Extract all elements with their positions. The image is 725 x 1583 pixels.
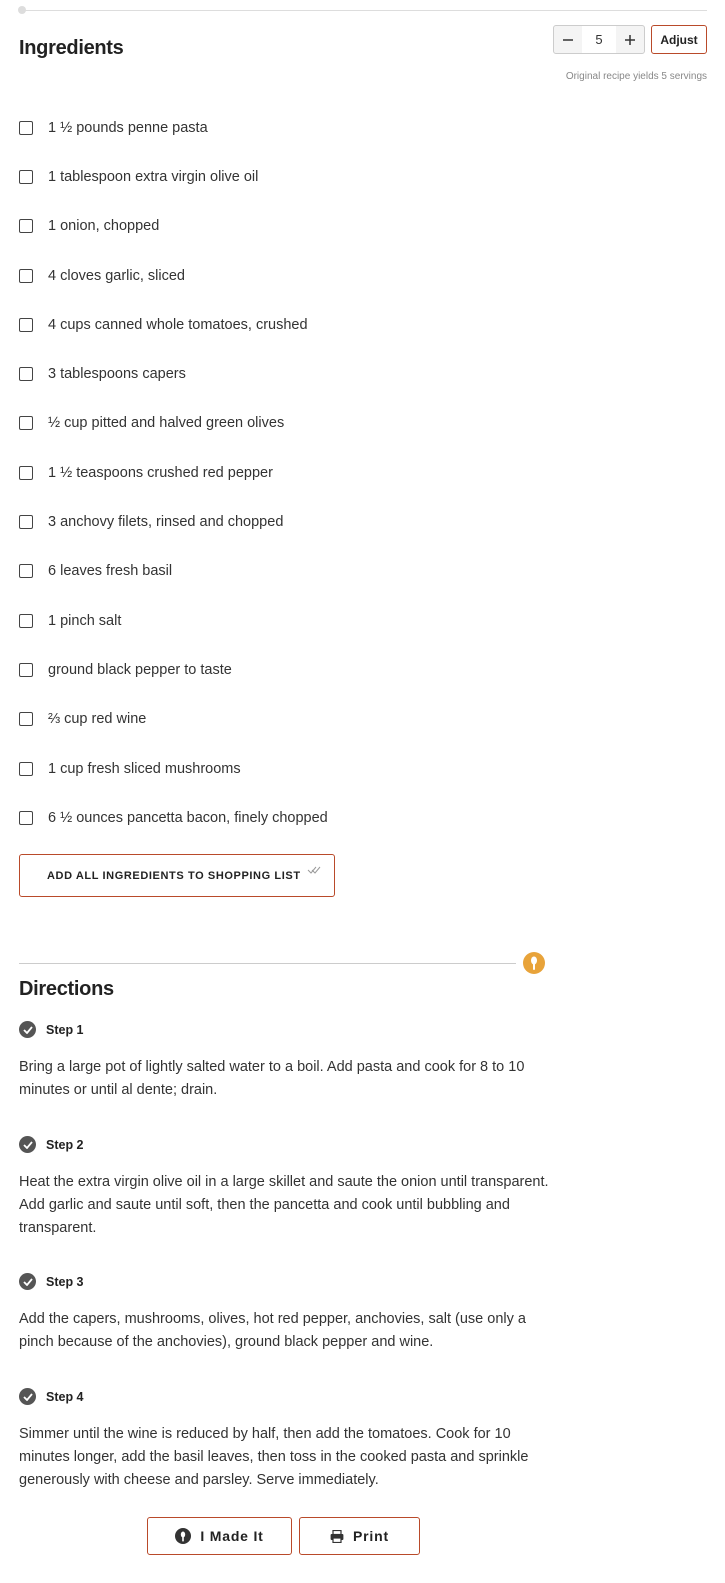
top-divider [22, 10, 707, 11]
top-divider-dot [18, 6, 26, 14]
ingredient-text: 3 anchovy filets, rinsed and chopped [48, 514, 284, 531]
checkbox[interactable] [19, 810, 33, 825]
checkbox[interactable] [19, 515, 33, 530]
ingredient-item[interactable]: 1 cup fresh sliced mushrooms [19, 744, 328, 793]
step-2-header: Step 2 [19, 1136, 84, 1153]
ingredient-text: ½ cup pitted and halved green olives [48, 415, 285, 432]
plus-icon[interactable] [616, 26, 644, 53]
ingredient-text: 1 cup fresh sliced mushrooms [48, 760, 241, 777]
ingredient-text: 1 ½ pounds penne pasta [48, 119, 208, 136]
checkbox[interactable] [19, 169, 33, 184]
ingredient-item[interactable]: 1 ½ teaspoons crushed red pepper [19, 448, 328, 497]
ingredient-item[interactable]: 3 anchovy filets, rinsed and chopped [19, 497, 328, 546]
checkbox[interactable] [19, 761, 33, 776]
ingredient-text: 1 tablespoon extra virgin olive oil [48, 168, 259, 185]
printer-icon [330, 1529, 344, 1543]
checkbox[interactable] [19, 268, 33, 283]
directions-heading: Directions [19, 978, 114, 1000]
ingredient-text: 1 pinch salt [48, 612, 122, 629]
check-circle-icon [19, 1021, 36, 1038]
ingredient-text: ⅔ cup red wine [48, 711, 147, 728]
step-1-header: Step 1 [19, 1021, 84, 1038]
ingredient-item[interactable]: 6 leaves fresh basil [19, 547, 328, 596]
minus-icon[interactable] [554, 26, 582, 53]
step-label: Step 2 [46, 1137, 84, 1152]
checkbox[interactable] [19, 564, 33, 579]
checkbox[interactable] [19, 317, 33, 332]
checkbox[interactable] [19, 120, 33, 135]
print-button[interactable]: Print [299, 1517, 420, 1555]
adjust-button[interactable]: Adjust [651, 25, 707, 54]
checkbox[interactable] [19, 219, 33, 234]
step-label: Step 4 [46, 1389, 84, 1404]
checkbox[interactable] [19, 712, 33, 727]
check-circle-icon [19, 1136, 36, 1153]
ingredient-text: 4 cloves garlic, sliced [48, 267, 185, 284]
ingredient-item[interactable]: 3 tablespoons capers [19, 349, 328, 398]
double-check-icon [307, 864, 321, 878]
ingredients-heading: Ingredients [19, 37, 124, 59]
ingredient-item[interactable]: 4 cloves garlic, sliced [19, 251, 328, 300]
i-made-it-button[interactable]: I Made It [147, 1517, 292, 1555]
ingredient-item[interactable]: ground black pepper to taste [19, 645, 328, 694]
check-circle-icon [19, 1273, 36, 1290]
print-label: Print [353, 1528, 389, 1544]
step-2-text: Heat the extra virgin olive oil in a lar… [19, 1174, 549, 1236]
step-label: Step 3 [46, 1274, 84, 1289]
step-4-header: Step 4 [19, 1388, 84, 1405]
checkbox[interactable] [19, 416, 33, 431]
checkbox[interactable] [19, 662, 33, 677]
check-circle-icon [19, 1388, 36, 1405]
checkbox[interactable] [19, 367, 33, 382]
ingredient-item[interactable]: ⅔ cup red wine [19, 695, 328, 744]
spoon-pin-icon [523, 952, 545, 974]
step-label: Step 1 [46, 1022, 84, 1037]
ingredient-text: 6 leaves fresh basil [48, 563, 173, 580]
step-1-text: Bring a large pot of lightly salted wate… [19, 1059, 525, 1098]
ingredient-item[interactable]: 1 onion, chopped [19, 202, 328, 251]
ingredient-list: 1 ½ pounds penne pasta 1 tablespoon extr… [19, 103, 328, 842]
ingredient-text: 1 ½ teaspoons crushed red pepper [48, 464, 273, 481]
ingredient-item[interactable]: 1 tablespoon extra virgin olive oil [19, 152, 328, 201]
servings-stepper: 5 [553, 25, 645, 54]
ingredient-text: 4 cups canned whole tomatoes, crushed [48, 316, 308, 333]
ingredient-text: 3 tablespoons capers [48, 366, 186, 383]
yield-note: Original recipe yields 5 servings [565, 71, 707, 82]
servings-value[interactable]: 5 [582, 26, 616, 53]
step-3-header: Step 3 [19, 1273, 84, 1290]
made-it-pin-icon [175, 1528, 192, 1544]
ingredient-item[interactable]: ½ cup pitted and halved green olives [19, 399, 328, 448]
shopping-button-label: ADD ALL INGREDIENTS TO SHOPPING LIST [47, 869, 301, 882]
ingredient-item[interactable]: 1 pinch salt [19, 596, 328, 645]
ingredient-text: ground black pepper to taste [48, 661, 232, 678]
step-4-text: Simmer until the wine is reduced by half… [19, 1426, 529, 1488]
directions-divider [19, 963, 516, 964]
ingredient-item[interactable]: 6 ½ ounces pancetta bacon, finely choppe… [19, 793, 328, 842]
add-to-shopping-list-button[interactable]: ADD ALL INGREDIENTS TO SHOPPING LIST [19, 854, 335, 897]
checkbox[interactable] [19, 465, 33, 480]
ingredient-item[interactable]: 1 ½ pounds penne pasta [19, 103, 328, 152]
step-3-text: Add the capers, mushrooms, olives, hot r… [19, 1311, 526, 1350]
made-it-label: I Made It [200, 1528, 264, 1544]
ingredient-item[interactable]: 4 cups canned whole tomatoes, crushed [19, 300, 328, 349]
ingredient-text: 6 ½ ounces pancetta bacon, finely choppe… [48, 809, 328, 826]
checkbox[interactable] [19, 613, 33, 628]
ingredient-text: 1 onion, chopped [48, 218, 160, 235]
